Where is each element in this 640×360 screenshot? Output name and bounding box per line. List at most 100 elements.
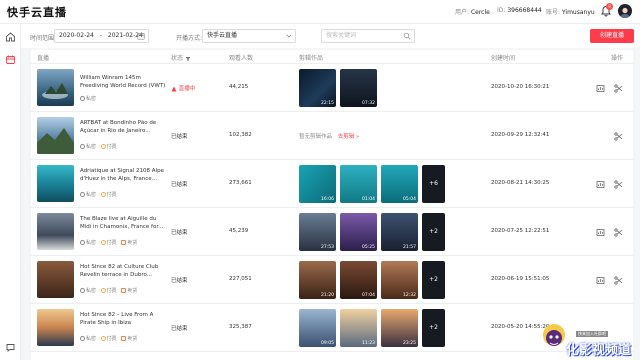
id-value: 396668444 [507,7,542,14]
scissors-icon[interactable] [614,276,623,285]
clip-thumb[interactable]: 07:32 [340,69,377,107]
live-title[interactable]: The Blaze live at Aiguille du Midi in Ch… [80,215,168,231]
table-header: 直播 状态 观看人数 剪辑作品 创建时间 操作 [31,50,633,64]
clip-thumb[interactable]: 01:04 [340,165,377,203]
clip-duration: 05:25 [362,245,375,250]
live-table: 直播 状态 观看人数 剪辑作品 创建时间 操作 William Winram 1… [31,50,633,360]
id-info: ID: 396668444 [497,7,542,14]
live-cover[interactable] [37,69,74,106]
col-created[interactable]: 创建时间 [491,53,515,62]
clip-duration: 09:05 [321,341,334,346]
clip-thumb[interactable]: 07:04 [340,261,377,299]
live-title[interactable]: Adriatique at Signal 2108 Alpe d'Huez in… [80,167,168,183]
clip-thumb[interactable]: 27:53 [299,213,336,251]
account-info: 账号: Yimusanyu [546,7,595,16]
tag-sell: 卖货 [121,239,137,246]
date-range-picker[interactable]: 2020-02-24 - 2021-02-24 [54,29,149,43]
watermark-text: 化影视频道 [566,343,632,358]
clip-thumb[interactable]: 21:57 [381,213,418,251]
more-clips-button[interactable]: +2 [422,309,445,347]
cart-icon [121,240,127,245]
scissors-icon[interactable] [614,228,623,237]
tag-sell: 卖货 [121,335,137,342]
clip-thumb[interactable]: 12:32 [381,261,418,299]
status-badge: 已结束 [171,326,188,332]
live-cover[interactable] [37,117,74,154]
created-time: 2020-09-29 12:32:41 [491,132,550,138]
col-live: 直播 [37,55,50,62]
data-icon[interactable] [596,276,605,285]
tag-private: 私密 [80,335,96,342]
clip-thumb[interactable]: 16:06 [299,165,336,203]
scissors-icon[interactable] [614,132,623,141]
no-clip-text: 暂无剪辑作品 [299,134,333,140]
clip-thumb[interactable]: 05:25 [340,213,377,251]
coin-icon [100,336,106,341]
date-start: 2020-02-24 [59,32,94,39]
notification-badge: 9 [606,3,613,10]
clip-thumb[interactable]: 23:25 [381,309,418,347]
created-time: 2020-06-19 15:51:05 [491,276,550,282]
live-tags: 私密 付费 卖货 [80,287,140,295]
sidebar [0,24,21,360]
clip-thumb[interactable]: 05:04 [381,165,418,203]
create-live-button[interactable]: 创建直播 [590,29,634,43]
tag-private: 私密 [80,95,96,102]
home-icon[interactable] [5,31,16,42]
status-badge: 已结束 [171,230,188,236]
clip-duration: 07:32 [362,101,375,106]
avatar[interactable] [618,4,632,18]
tag-private-label: 私密 [86,144,97,150]
go-edit-link[interactable]: 去剪辑 » [338,134,360,140]
scissors-icon[interactable] [614,180,623,189]
live-title[interactable]: William Winram 145m Freediving World Rec… [80,74,168,90]
tag-paid: 付费 [100,287,117,294]
more-clips-button[interactable]: +2 [422,213,445,251]
filter-icon[interactable] [185,56,191,62]
cart-icon [121,336,127,341]
app-root: 快手云直播 用户: Cercle ID: 396668444 账号: Yimus… [0,0,640,360]
status-badge: 已结束 [171,134,188,140]
clip-duration: 05:04 [403,197,416,202]
data-icon[interactable] [596,84,605,93]
top-header: 快手云直播 用户: Cercle ID: 396668444 账号: Yimus… [0,0,640,24]
live-title[interactable]: ARTBAT at Bondinho Pão de Açúcar in Rio … [80,119,168,135]
tag-private: 私密 [80,191,96,198]
clip-thumb[interactable]: 21:20 [299,261,336,299]
col-viewers[interactable]: 观看人数 [229,53,253,62]
app-logo: 快手云直播 [7,6,67,19]
tag-paid-label: 付费 [106,240,117,246]
method-select[interactable]: 快手云直播 [202,29,296,43]
col-status[interactable]: 状态 [171,53,191,62]
live-calendar-icon[interactable] [5,54,16,65]
clip-duration: 12:32 [403,293,416,298]
search-input[interactable]: 搜索关键词 [321,29,415,43]
channel-watermark: 快来加入社群吧 化影视频道 [528,315,640,360]
clip-thumb[interactable]: 11:23 [340,309,377,347]
table-row: The Blaze live at Aiguille du Midi in Ch… [31,208,633,256]
live-cover[interactable] [37,213,74,250]
live-title[interactable]: Hot Since 82 – Live From A Pirate Ship i… [80,311,168,327]
go-edit-label: 去剪辑 [337,134,355,140]
data-icon[interactable] [596,180,605,189]
watermark-subtitle: 快来加入社群吧 [576,331,608,337]
more-clips-button[interactable]: +6 [422,165,445,203]
clip-duration: 22:15 [321,101,334,106]
live-cover[interactable] [37,309,74,346]
user-info: 用户: Cercle [455,7,490,16]
clip-thumb[interactable]: 09:05 [299,309,336,347]
lock-icon [80,336,85,341]
coin-icon [100,288,106,293]
col-clips: 剪辑作品 [299,55,324,62]
clip-thumb[interactable]: 22:15 [299,69,336,107]
time-range-label: 时间范围: [30,35,57,42]
tag-private-label: 私密 [86,192,97,198]
more-clips-button[interactable]: +2 [422,261,445,299]
scissors-icon[interactable] [614,84,623,93]
chat-icon[interactable] [5,342,16,353]
data-icon[interactable] [596,228,605,237]
viewer-count: 325,387 [229,324,252,330]
live-title[interactable]: Hot Since 82 at Culture Club Revelin ter… [80,263,168,279]
live-cover[interactable] [37,261,74,298]
live-cover[interactable] [37,165,74,202]
